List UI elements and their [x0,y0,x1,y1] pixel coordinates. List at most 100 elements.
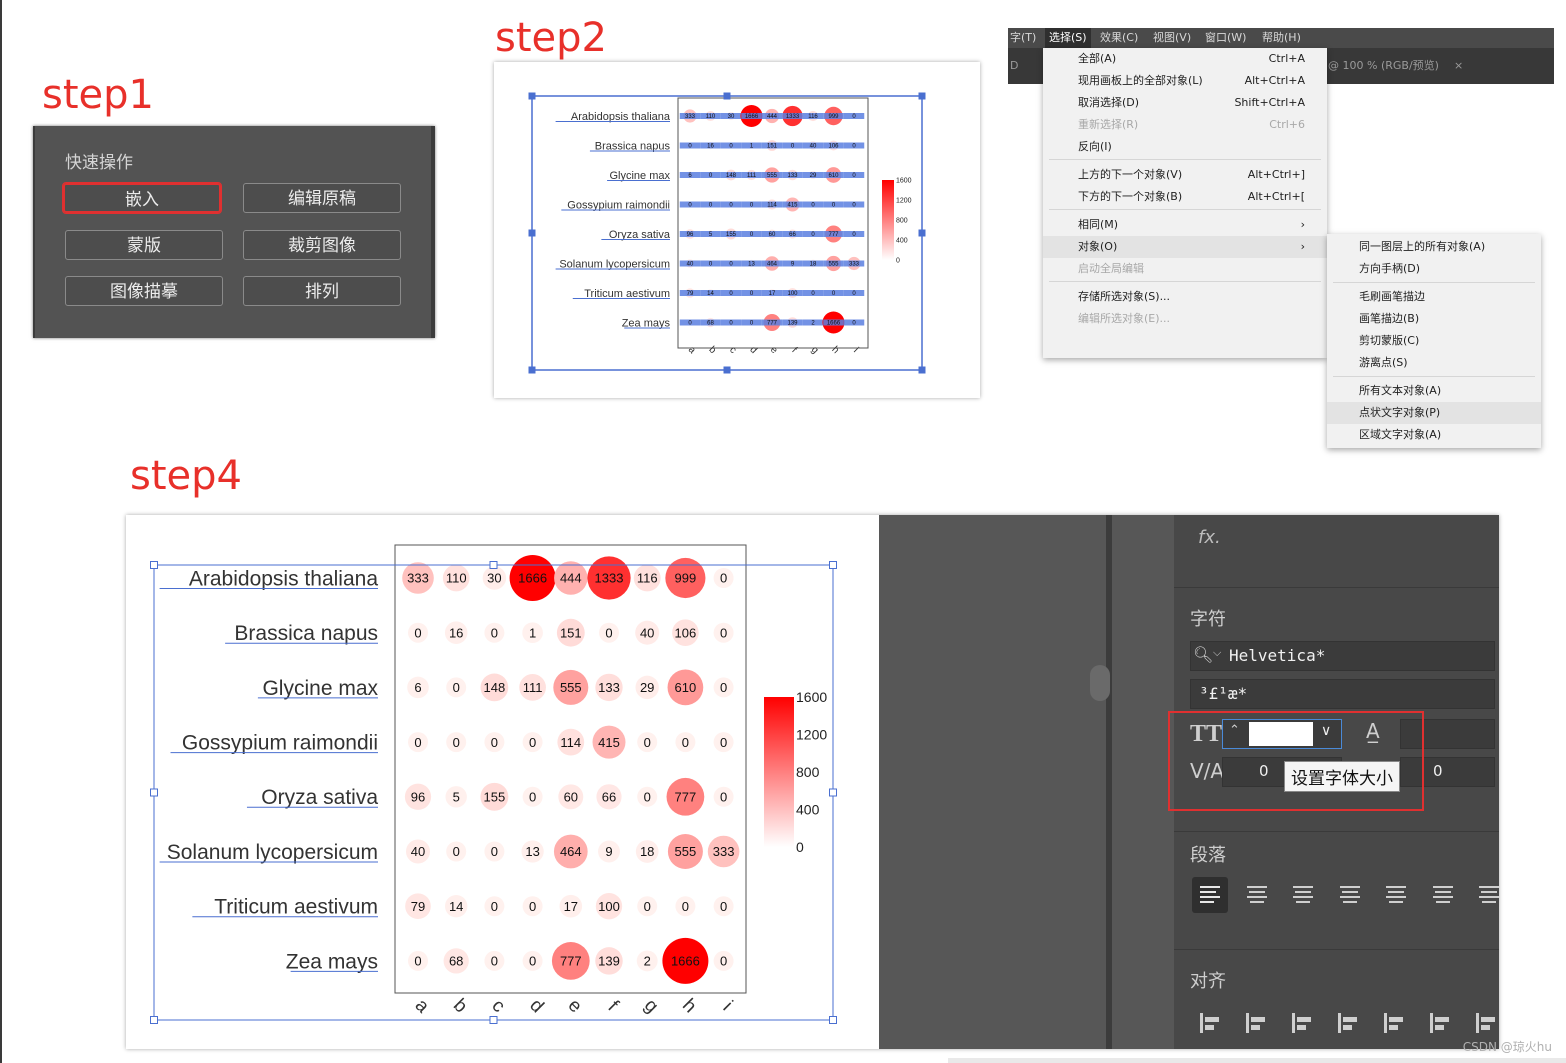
submenu-item-brush-strokes[interactable]: 画笔描边(B) [1327,308,1541,330]
embed-button[interactable]: 嵌入 [62,182,222,214]
data-label: 66 [602,789,616,804]
column-label: d [525,995,547,1017]
menu-separator [1333,282,1535,283]
font-style-field[interactable]: ³£¹æ* [1190,679,1495,709]
column-label: e [768,344,780,356]
data-label: 139 [787,321,798,327]
submenu-item-area-text[interactable]: 区域文字对象(A) [1327,424,1541,446]
data-label: 610 [828,173,839,179]
chart-frame [677,97,869,349]
step2-chart[interactable]: Arabidopsis thaliana 333 110 30 1666 444 1333 1… [494,62,980,398]
arrange-button[interactable]: 排列 [243,276,401,306]
legend-tick-label: 1200 [796,726,827,742]
object-align-button[interactable] [1468,1005,1499,1041]
properties-panel: fx. 字符 🔍︎ ⌵ Helvetica* ³£¹æ* TT ⌃ ∨ A̲ V… [1168,515,1499,1049]
object-align-button[interactable] [1192,1005,1228,1041]
paragraph-align-button[interactable] [1332,877,1368,913]
menu-item-reselect: 重新选择(R) Ctrl+6 [1078,118,1305,131]
data-label: 60 [564,789,578,804]
menu-item-all[interactable]: 全部(A) Ctrl+A [1043,48,1327,70]
chevron-down-icon: ⌵ [1213,646,1222,659]
legend-tick-label: 1600 [896,177,912,184]
crop-image-button[interactable]: 裁剪图像 [243,230,401,260]
data-label: 415 [787,203,798,209]
quick-actions-panel: 快速操作 嵌入 编辑原稿 蒙版 裁剪图像 图像描摹 排列 [33,126,435,338]
scrollbar-thumb[interactable] [1090,665,1110,701]
menu-item-save-selection[interactable]: 存储所选对象(S)... [1043,286,1327,308]
close-icon[interactable]: × [1454,48,1463,84]
data-label: 96 [687,232,694,238]
menu-type[interactable]: 字(T) [1010,28,1036,48]
select-menu: 全部(A) Ctrl+A 现用画板上的全部对象(L) Alt+Ctrl+A 取消选择… [1043,48,1327,358]
legend-tick-label: 800 [796,764,820,780]
data-label: 0 [529,954,536,969]
menu-item-same[interactable]: 相同(M) › [1043,214,1327,236]
quick-actions-title: 快速操作 [65,153,133,173]
data-label: 1666 [671,954,700,969]
panel-separator [1174,831,1499,832]
data-label: 100 [598,899,620,914]
paragraph-align-button[interactable] [1425,877,1461,913]
paragraph-align-button[interactable] [1285,877,1321,913]
data-label: 333 [685,114,696,120]
menu-effect[interactable]: 效果(C) [1100,28,1138,48]
doc-tab-title[interactable]: @ 100 % (RGB/预览) [1328,48,1439,84]
resize-handle [489,1016,498,1024]
paragraph-align-button[interactable] [1239,877,1275,913]
menu-item-edit-selection: 编辑所选对象(E)... [1078,312,1171,325]
data-label: 133 [787,173,798,179]
image-trace-button[interactable]: 图像描摹 [65,276,223,306]
data-label: 1 [529,625,536,640]
menu-select[interactable]: 选择(S) [1045,28,1091,48]
object-align-button[interactable] [1422,1005,1458,1041]
column-label: d [747,344,759,356]
menu-item-next-above[interactable]: 上方的下一个对象(V) Alt+Ctrl+] [1043,164,1327,186]
menu-item-inverse[interactable]: 反向(I) [1043,136,1327,158]
menu-help[interactable]: 帮助(H) [1262,28,1301,48]
legend-colorbar [882,180,894,260]
data-label: 17 [769,291,776,297]
data-label: 139 [598,954,620,969]
submenu-item-clipping-masks[interactable]: 剪切蒙版(C) [1327,330,1541,352]
submenu-item-point-text[interactable]: 点状文字对象(P) [1327,402,1541,424]
submenu-item-same-layer[interactable]: 同一图层上的所有对象(A) [1327,236,1541,258]
paragraph-align-button[interactable] [1471,877,1499,913]
paragraph-align-button[interactable] [1378,877,1414,913]
data-label: 68 [449,954,463,969]
column-label: a [686,344,698,356]
menu-item-next-below[interactable]: 下方的下一个对象(B) Alt+Ctrl+[ [1043,186,1327,208]
data-label: 0 [453,844,460,859]
data-label: 0 [682,735,689,750]
submenu-item-stray-points[interactable]: 游离点(S) [1327,352,1541,374]
data-label: 0 [720,899,727,914]
data-label: 0 [720,954,727,969]
data-label: 40 [640,625,654,640]
menu-window[interactable]: 窗口(W) [1205,28,1246,48]
menu-item-object[interactable]: 对象(O) › [1043,236,1327,258]
menu-item-deselect[interactable]: 取消选择(D) Shift+Ctrl+A [1043,92,1327,114]
legend-tick-label: 0 [896,257,900,264]
object-align-button[interactable] [1330,1005,1366,1041]
fx-icon[interactable]: fx. [1198,527,1221,548]
object-align-button[interactable] [1284,1005,1320,1041]
data-label: 0 [491,735,498,750]
edit-original-button[interactable]: 编辑原稿 [243,183,401,213]
data-label: 155 [484,789,506,804]
menu-view[interactable]: 视图(V) [1153,28,1191,48]
submenu-item-bristle-brush[interactable]: 毛刷画笔描边 [1327,286,1541,308]
column-label: i [851,346,860,355]
data-label: 0 [529,735,536,750]
object-align-button[interactable] [1376,1005,1412,1041]
submenu-item-direction-handles[interactable]: 方向手柄(D) [1327,258,1541,280]
data-label: 444 [560,571,582,586]
step4-workspace: Arabidopsis thaliana 333 110 30 1666 444 1333 1… [126,515,1499,1049]
submenu-item-all-text[interactable]: 所有文本对象(A) [1327,380,1541,402]
data-label: 1333 [595,571,624,586]
font-family-field[interactable]: 🔍︎ ⌵ Helvetica* [1190,641,1495,671]
object-align-button[interactable] [1238,1005,1274,1041]
mask-button[interactable]: 蒙版 [65,230,223,260]
data-label: 464 [560,844,582,859]
align-left-button[interactable] [1192,877,1228,913]
menu-item-all-on-artboard[interactable]: 现用画板上的全部对象(L) Alt+Ctrl+A [1043,70,1327,92]
step4-chart[interactable]: Arabidopsis thaliana 333 110 30 1666 444 1333 1… [126,515,879,1049]
